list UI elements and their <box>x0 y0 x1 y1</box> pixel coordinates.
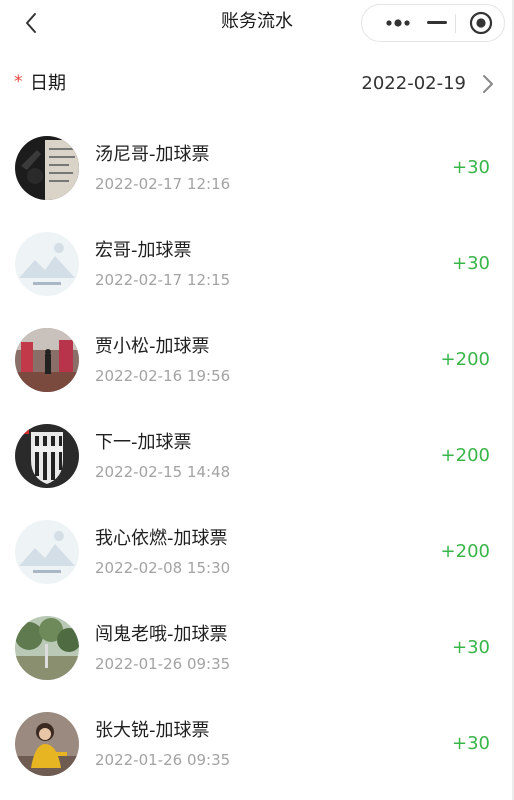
default-avatar-icon <box>15 520 79 584</box>
list-item[interactable]: 下一-加球票 2022-02-15 14:48 +200 <box>0 408 514 504</box>
record-amount: +200 <box>440 349 490 370</box>
record-title: 闯鬼老哦-加球票 <box>95 624 228 645</box>
minimize-icon <box>427 21 447 24</box>
list-item[interactable]: 宏哥-加球票 2022-02-17 12:15 +30 <box>0 216 514 312</box>
minimize-button[interactable] <box>419 5 455 41</box>
record-time: 2022-02-08 15:30 <box>95 559 231 577</box>
more-dots-icon <box>386 19 410 27</box>
back-button[interactable] <box>18 10 44 36</box>
required-mark: * <box>14 72 23 92</box>
avatar-photo-icon <box>15 136 79 200</box>
record-amount: +30 <box>452 637 490 658</box>
list-item[interactable]: 我心依燃-加球票 2022-02-08 15:30 +200 <box>0 504 514 600</box>
close-button[interactable] <box>458 5 504 41</box>
record-title: 张大锐-加球票 <box>95 720 210 741</box>
avatar <box>15 424 79 488</box>
record-title: 宏哥-加球票 <box>95 240 192 261</box>
record-time: 2022-02-17 12:16 <box>95 175 231 193</box>
avatar <box>15 712 79 776</box>
record-time: 2022-02-16 19:56 <box>95 367 231 385</box>
avatar <box>15 616 79 680</box>
date-label: 日期 <box>30 73 66 94</box>
record-amount: +200 <box>440 541 490 562</box>
chevron-left-icon <box>26 13 36 33</box>
date-value[interactable]: 2022-02-19 <box>361 73 466 95</box>
avatar <box>15 520 79 584</box>
record-amount: +200 <box>440 445 490 466</box>
record-title: 汤尼哥-加球票 <box>95 144 210 165</box>
avatar <box>15 136 79 200</box>
record-title: 我心依燃-加球票 <box>95 528 228 549</box>
default-avatar-icon <box>15 232 79 296</box>
avatar-photo-icon <box>15 328 79 392</box>
record-title: 贾小松-加球票 <box>95 336 210 357</box>
record-time: 2022-01-26 09:35 <box>95 751 231 769</box>
avatar-photo-icon <box>15 424 79 488</box>
avatar-photo-icon <box>15 712 79 776</box>
navigation-bar: 账务流水 <box>0 0 514 46</box>
mini-program-capsule <box>361 4 505 42</box>
record-time: 2022-02-15 14:48 <box>95 463 231 481</box>
record-amount: +30 <box>452 253 490 274</box>
list-item[interactable]: 闯鬼老哦-加球票 2022-01-26 09:35 +30 <box>0 600 514 696</box>
record-time: 2022-01-26 09:35 <box>95 655 231 673</box>
capsule-divider <box>455 14 456 33</box>
transaction-list: 汤尼哥-加球票 2022-02-17 12:16 +30 宏哥-加球票 2022… <box>0 120 514 792</box>
target-circle-icon <box>469 11 493 35</box>
list-item[interactable]: 贾小松-加球票 2022-02-16 19:56 +200 <box>0 312 514 408</box>
avatar-photo-icon <box>15 616 79 680</box>
record-time: 2022-02-17 12:15 <box>95 271 231 289</box>
chevron-right-icon <box>483 75 493 93</box>
list-item[interactable]: 张大锐-加球票 2022-01-26 09:35 +30 <box>0 696 514 792</box>
avatar <box>15 328 79 392</box>
date-filter-row[interactable]: * 日期 2022-02-19 <box>0 62 514 106</box>
record-amount: +30 <box>452 733 490 754</box>
record-title: 下一-加球票 <box>95 432 192 453</box>
list-item[interactable]: 汤尼哥-加球票 2022-02-17 12:16 +30 <box>0 120 514 216</box>
avatar <box>15 232 79 296</box>
record-amount: +30 <box>452 157 490 178</box>
